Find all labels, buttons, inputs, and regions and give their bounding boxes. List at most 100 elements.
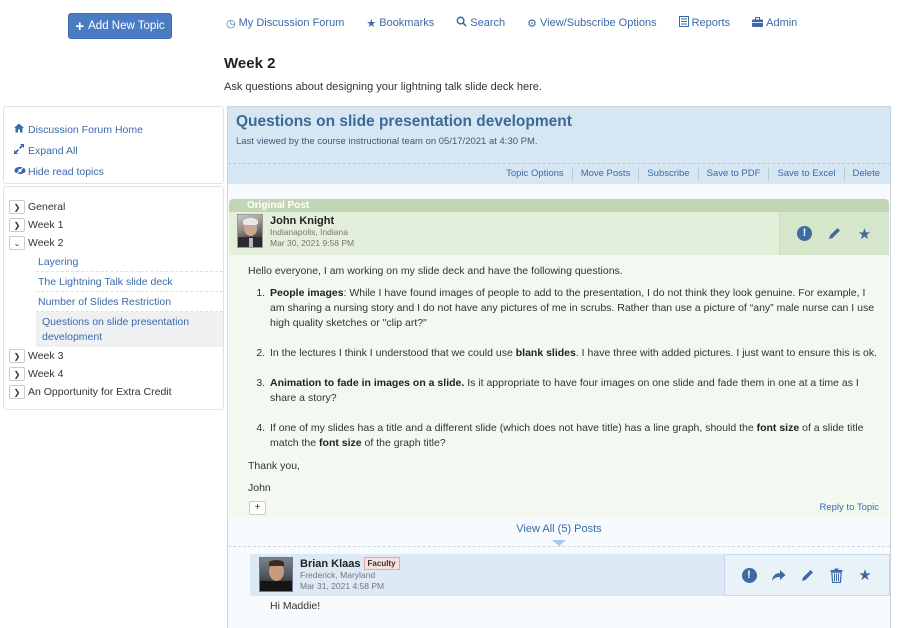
save-to-excel-button[interactable]: Save to Excel bbox=[768, 167, 843, 181]
expand-icon bbox=[14, 144, 26, 157]
move-posts-button[interactable]: Move Posts bbox=[571, 167, 639, 181]
tree-label: Week 3 bbox=[28, 350, 64, 362]
reply-post-header: Brian Klaas Faculty Frederick, Maryland M… bbox=[250, 554, 890, 596]
post-actions: ! ★ bbox=[779, 212, 889, 255]
star-icon: ★ bbox=[366, 17, 377, 30]
page-title: Week 2 bbox=[224, 55, 276, 72]
topic-link-layering[interactable]: Layering bbox=[36, 252, 223, 272]
add-new-topic-button[interactable]: + Add New Topic bbox=[68, 13, 172, 39]
topic-link-number-of-slides-restriction[interactable]: Number of Slides Restriction bbox=[36, 292, 223, 312]
post-closing: Thank you, bbox=[248, 460, 300, 472]
expand-all-link[interactable]: Expand All bbox=[14, 140, 223, 161]
reply-actions: ! ★ bbox=[724, 554, 890, 596]
original-post-body: Hello everyone, I am working on my slide… bbox=[229, 255, 889, 518]
nav-label: Bookmarks bbox=[379, 17, 435, 29]
chevron-right-icon[interactable]: ❯ bbox=[9, 349, 25, 363]
nav-search[interactable]: Search bbox=[456, 16, 505, 30]
faculty-badge: Faculty bbox=[363, 557, 400, 570]
nav-admin[interactable]: Admin bbox=[752, 16, 797, 30]
topic-link-questions-on-slide-presentation[interactable]: Questions on slide presentation developm… bbox=[36, 312, 223, 347]
trash-icon[interactable] bbox=[828, 567, 844, 583]
briefcase-icon bbox=[752, 16, 764, 30]
gear-icon: ⚙ bbox=[527, 17, 537, 30]
nav-reports[interactable]: Reports bbox=[678, 16, 731, 30]
nav-label: My Discussion Forum bbox=[238, 17, 345, 29]
expand-post-button[interactable]: + bbox=[249, 500, 266, 515]
link-label: Discussion Forum Home bbox=[28, 123, 143, 136]
chevron-down-icon[interactable]: ⌄ bbox=[9, 236, 25, 250]
post-location: Frederick, Maryland bbox=[300, 570, 376, 580]
topic-link-lightning-talk-slide-deck[interactable]: The Lightning Talk slide deck bbox=[36, 272, 223, 292]
chevron-right-icon[interactable]: ❯ bbox=[9, 218, 25, 232]
discussion-forum-home-link[interactable]: Discussion Forum Home bbox=[14, 119, 223, 140]
view-all-posts-section: View All (5) Posts bbox=[228, 518, 890, 546]
tree-label: An Opportunity for Extra Credit bbox=[28, 386, 172, 398]
post-signature: John bbox=[248, 482, 271, 494]
question-list: People images: While I have found images… bbox=[248, 286, 879, 451]
subscribe-button[interactable]: Subscribe bbox=[638, 167, 697, 181]
view-all-posts-link[interactable]: View All (5) Posts bbox=[516, 523, 601, 535]
avatar bbox=[259, 557, 293, 592]
page-description: Ask questions about designing your light… bbox=[224, 81, 542, 93]
post-date: Mar 31, 2021 4:58 PM bbox=[300, 581, 385, 591]
avatar bbox=[237, 214, 263, 248]
reports-icon bbox=[678, 16, 689, 30]
chevron-right-icon[interactable]: ❯ bbox=[9, 385, 25, 399]
question-item: In the lectures I think I understood tha… bbox=[268, 346, 879, 361]
edit-pencil-icon[interactable] bbox=[799, 567, 815, 583]
hide-read-topics-link[interactable]: Hide read topics bbox=[14, 161, 223, 182]
topic-panel: Questions on slide presentation developm… bbox=[227, 106, 891, 628]
edit-pencil-icon[interactable] bbox=[827, 226, 843, 242]
topic-header: Questions on slide presentation developm… bbox=[228, 107, 890, 164]
tree-item-week-3[interactable]: ❯ Week 3 bbox=[9, 347, 223, 365]
home-icon bbox=[14, 123, 26, 136]
reply-post-body: Hi Maddie! bbox=[270, 600, 321, 612]
tree-item-general[interactable]: ❯ General bbox=[9, 198, 223, 216]
tree-label: Week 2 bbox=[28, 237, 64, 249]
bookmark-star-icon[interactable]: ★ bbox=[857, 567, 873, 584]
share-arrow-icon[interactable] bbox=[770, 567, 786, 583]
topic-title: Questions on slide presentation developm… bbox=[236, 113, 572, 130]
nav-view-subscribe-options[interactable]: ⚙ View/Subscribe Options bbox=[527, 16, 656, 30]
tree-label: General bbox=[28, 201, 66, 213]
link-label: Expand All bbox=[28, 144, 78, 157]
original-post-label: Original Post bbox=[229, 199, 889, 212]
topic-toolbar: Topic Options Move Posts Subscribe Save … bbox=[228, 164, 890, 184]
dashboard-icon: ◷ bbox=[226, 17, 236, 30]
chevron-right-icon[interactable]: ❯ bbox=[9, 367, 25, 381]
report-icon[interactable]: ! bbox=[797, 226, 813, 242]
sidebar-links: Discussion Forum Home Expand All Hide re… bbox=[3, 106, 224, 184]
forum-tree: ❯ General ❯ Week 1 ⌄ Week 2 Layering The… bbox=[3, 186, 224, 410]
post-author: Brian Klaas bbox=[300, 558, 361, 570]
delete-topic-button[interactable]: Delete bbox=[843, 167, 888, 181]
nav-label: Admin bbox=[766, 17, 798, 29]
week-2-topics: Layering The Lightning Talk slide deck N… bbox=[9, 252, 223, 347]
link-label: Hide read topics bbox=[28, 165, 104, 178]
nav-my-discussion-forum[interactable]: ◷ My Discussion Forum bbox=[226, 16, 344, 30]
tree-item-extra-credit[interactable]: ❯ An Opportunity for Extra Credit bbox=[9, 383, 223, 401]
top-navigation: ◷ My Discussion Forum ★ Bookmarks Search… bbox=[226, 16, 819, 30]
last-viewed-note: Last viewed by the course instructional … bbox=[236, 136, 538, 147]
post-location: Indianapolis, Indiana bbox=[270, 227, 348, 237]
chevron-right-icon[interactable]: ❯ bbox=[9, 200, 25, 214]
tree-item-week-4[interactable]: ❯ Week 4 bbox=[9, 365, 223, 383]
plus-icon: + bbox=[75, 17, 85, 35]
bookmark-star-icon[interactable]: ★ bbox=[857, 226, 873, 243]
nav-label: View/Subscribe Options bbox=[540, 17, 657, 29]
tree-item-week-2[interactable]: ⌄ Week 2 bbox=[9, 234, 223, 252]
tree-item-week-1[interactable]: ❯ Week 1 bbox=[9, 216, 223, 234]
tree-label: Week 4 bbox=[28, 368, 64, 380]
save-to-pdf-button[interactable]: Save to PDF bbox=[697, 167, 769, 181]
nav-label: Search bbox=[470, 17, 506, 29]
post-intro: Hello everyone, I am working on my slide… bbox=[248, 265, 623, 277]
question-item: People images: While I have found images… bbox=[268, 286, 879, 331]
question-item: If one of my slides has a title and a di… bbox=[268, 421, 879, 451]
report-icon[interactable]: ! bbox=[741, 567, 757, 583]
topic-options-button[interactable]: Topic Options bbox=[498, 167, 572, 181]
tree-label: Week 1 bbox=[28, 219, 64, 231]
nav-bookmarks[interactable]: ★ Bookmarks bbox=[366, 16, 434, 30]
add-new-topic-label: Add New Topic bbox=[88, 20, 165, 32]
nav-label: Reports bbox=[691, 17, 731, 29]
question-item: Animation to fade in images on a slide. … bbox=[268, 376, 879, 406]
reply-to-topic-link[interactable]: Reply to Topic bbox=[820, 500, 880, 515]
